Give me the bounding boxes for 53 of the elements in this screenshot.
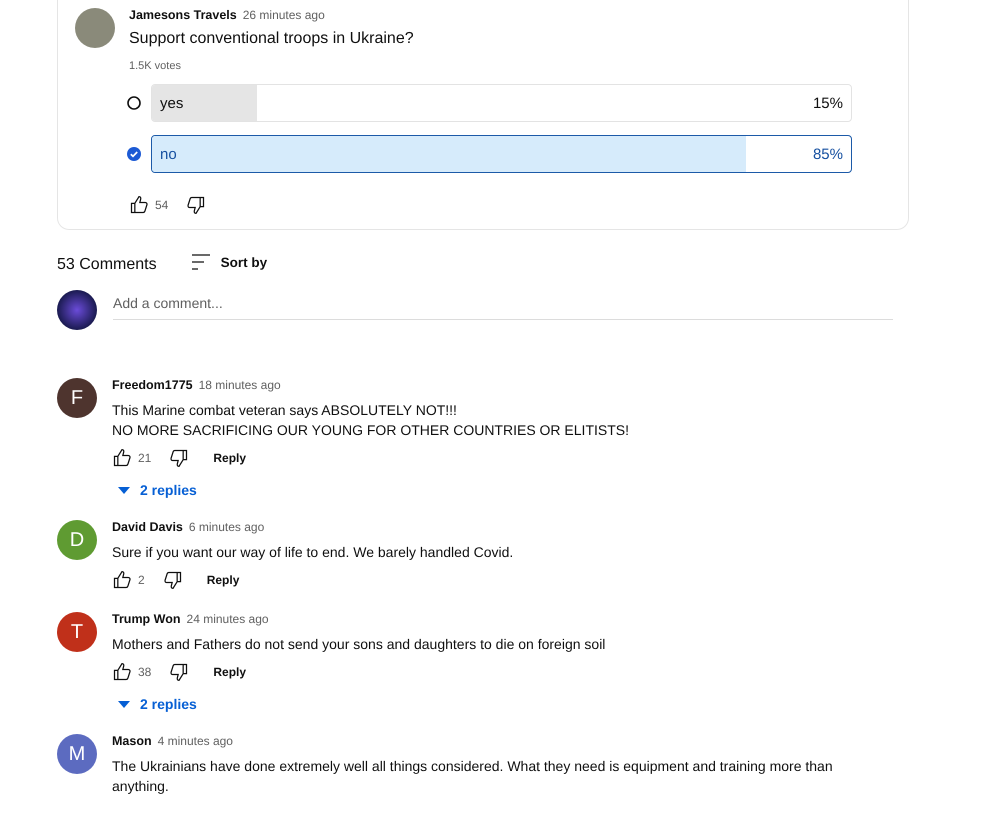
thumbs-up-icon[interactable] (112, 570, 132, 590)
checked-radio-icon[interactable] (127, 147, 141, 161)
caret-down-icon (118, 486, 130, 494)
comment-text: NO MORE SACRIFICING OUR YOUNG FOR OTHER COUNTRIES OR ELITISTS! (112, 421, 630, 440)
avatar: D (57, 520, 97, 560)
like-count: 54 (155, 198, 168, 212)
option-label: yes (160, 94, 184, 112)
caret-down-icon (118, 700, 130, 708)
thumbs-down-icon[interactable] (169, 448, 190, 468)
thumbs-down-icon[interactable] (169, 662, 190, 682)
comment-time: 6 minutes ago (188, 520, 264, 534)
post-time: 26 minutes ago (242, 8, 325, 22)
avatar: T (57, 612, 97, 652)
reply-button[interactable]: Reply (206, 573, 240, 587)
author-name[interactable]: Mason (112, 734, 152, 748)
comment-time: 24 minutes ago (186, 612, 269, 626)
like-count: 21 (138, 451, 152, 465)
author-name[interactable]: David Davis (112, 520, 183, 534)
radio-icon[interactable] (127, 96, 141, 110)
sort-button[interactable]: Sort by (190, 253, 268, 271)
option-percent: 15% (812, 94, 843, 112)
poll-option[interactable]: no 85% (151, 135, 852, 173)
poll-question: Support conventional troops in Ukraine? (129, 30, 415, 48)
comment-text: The Ukrainians have done extremely well all things considered. What they need is equipment and training more than anything. (112, 757, 834, 796)
sort-icon (190, 253, 211, 271)
reply-button[interactable]: Reply (213, 665, 246, 679)
avatar: F (57, 378, 97, 418)
thumbs-up-icon[interactable] (129, 195, 149, 215)
reply-button[interactable]: Reply (213, 451, 246, 465)
author-name[interactable]: Freedom1775 (112, 378, 193, 392)
like-count: 38 (138, 665, 152, 679)
thumbs-down-icon[interactable] (162, 570, 183, 590)
comment-text: Sure if you want our way of life to end. We barely handled Covid. (112, 543, 514, 562)
avatar: M (57, 734, 97, 774)
view-replies-button[interactable]: 2 replies (118, 696, 197, 712)
option-label: no (160, 146, 177, 162)
option-percent: 85% (812, 146, 843, 162)
like-count: 2 (138, 573, 145, 587)
vote-count: 1.5K votes (129, 60, 182, 72)
avatar-photo-placeholder (75, 8, 115, 48)
comment-text: This Marine combat veteran says ABSOLUTELY NOT!!! (112, 401, 458, 420)
thumbs-up-icon[interactable] (112, 448, 132, 468)
user-avatar-photo-placeholder (57, 290, 97, 330)
thumbs-down-icon[interactable] (186, 195, 206, 215)
author-name[interactable]: Jamesons Travels (129, 8, 237, 22)
view-replies-button[interactable]: 2 replies (118, 482, 197, 498)
comment-count: 53 Comments (57, 256, 157, 274)
comment-time: 4 minutes ago (158, 734, 233, 748)
thumbs-up-icon[interactable] (112, 662, 132, 682)
comment-time: 18 minutes ago (198, 378, 281, 392)
comment-text: Mothers and Fathers do not send your sons and daughters to die on foreign soil (112, 635, 606, 654)
author-name[interactable]: Trump Won (112, 612, 181, 626)
poll-option[interactable]: yes 15% (151, 84, 852, 122)
